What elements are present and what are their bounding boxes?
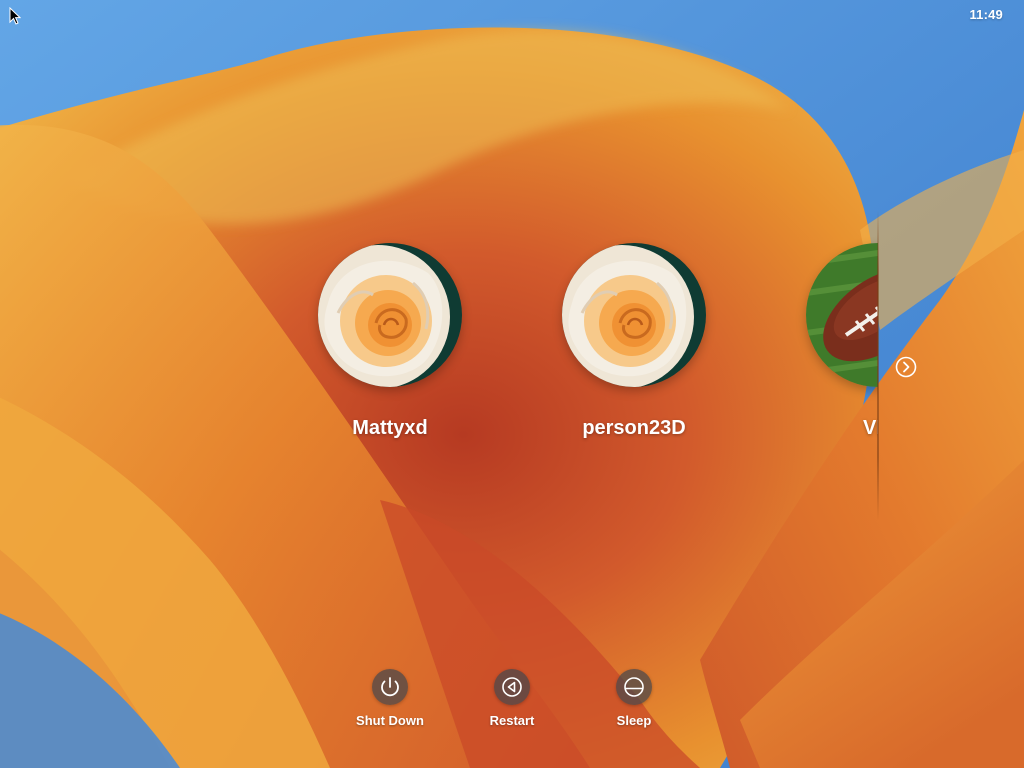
restart-label: Restart: [489, 713, 535, 728]
restart-button[interactable]: Restart: [462, 669, 562, 728]
sleep-button[interactable]: Sleep: [584, 669, 684, 728]
user-name[interactable]: VM: [793, 417, 878, 440]
shut-down-label: Shut Down: [356, 713, 424, 728]
login-screen: 11:49 Mattyxd person23D V Shut Down Rest…: [0, 0, 1024, 768]
user-person23d[interactable]: person23D: [549, 243, 719, 440]
user-name[interactable]: person23D: [549, 417, 719, 440]
chevron-right-icon[interactable]: [895, 356, 917, 378]
clock: 11:49: [969, 7, 1003, 22]
rose-icon[interactable]: [318, 243, 462, 387]
user-mattyxd[interactable]: Mattyxd: [305, 243, 475, 440]
power-icon[interactable]: [372, 669, 408, 705]
user-name[interactable]: Mattyxd: [305, 417, 475, 440]
user-list: Mattyxd person23D V: [0, 0, 878, 768]
sleep-label: Sleep: [616, 713, 652, 728]
rose-icon[interactable]: [562, 243, 706, 387]
sleep-icon[interactable]: [616, 669, 652, 705]
user-vm[interactable]: VM: [793, 243, 878, 440]
user-list-edge: [877, 210, 879, 520]
shut-down-button[interactable]: Shut Down: [340, 669, 440, 728]
restart-icon[interactable]: [494, 669, 530, 705]
football-icon[interactable]: [806, 243, 878, 387]
